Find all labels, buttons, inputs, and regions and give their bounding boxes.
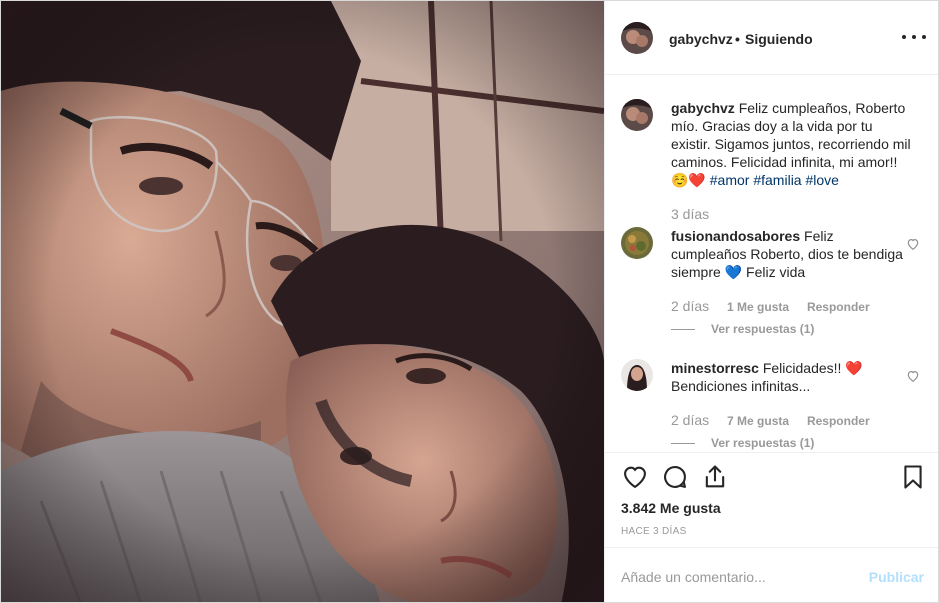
caption-time[interactable]: 3 días: [671, 206, 709, 222]
reply-button[interactable]: Responder: [807, 300, 870, 314]
post-actions: 3.842 Me gusta HACE 3 DÍAS: [605, 452, 938, 548]
caption-emoji: ☺️❤️: [671, 172, 706, 188]
comment-username[interactable]: fusionandosabores: [671, 228, 800, 244]
comment-meta: 2 días 7 Me gusta Responder: [671, 412, 870, 428]
caption-meta: 3 días: [671, 206, 709, 222]
view-replies-label: Ver respuestas (1): [711, 436, 815, 450]
commenter-avatar-image: [621, 227, 653, 259]
posted-time[interactable]: HACE 3 DÍAS: [621, 526, 687, 537]
comment-body: Felicidades!!: [762, 360, 842, 376]
avatar[interactable]: [621, 227, 653, 259]
replies-divider: [671, 329, 695, 331]
caption-avatar-image: [621, 99, 653, 131]
heart-emoji-icon: ❤️: [845, 360, 863, 376]
commenter-avatar-image: [621, 359, 653, 391]
comment-body-end: Bendiciones infinitas...: [671, 378, 811, 394]
share-icon[interactable]: [701, 463, 729, 491]
comment-likes[interactable]: 7 Me gusta: [727, 414, 789, 428]
avatar[interactable]: [621, 359, 653, 391]
caption-username[interactable]: gabychvz: [671, 100, 735, 116]
comment-icon[interactable]: [661, 463, 689, 491]
comment-time[interactable]: 2 días: [671, 298, 709, 314]
comment-meta: 2 días 1 Me gusta Responder: [671, 298, 870, 314]
view-replies-label: Ver respuestas (1): [711, 322, 815, 336]
heart-emoji-icon: 💙: [724, 264, 743, 280]
like-count[interactable]: 3.842 Me gusta: [621, 500, 721, 516]
comment-time[interactable]: 2 días: [671, 412, 709, 428]
post-comment-button[interactable]: Publicar: [869, 569, 924, 585]
profile-avatar-image: [621, 22, 653, 54]
header-username[interactable]: gabychvz: [669, 31, 733, 47]
comment-text: minestorresc Felicidades!! ❤️ Bendicione…: [671, 359, 903, 395]
post-viewer: gabychvz • Siguiendo gabychvz Feliz cump…: [0, 0, 939, 603]
caption-text: gabychvz Feliz cumpleaños, Roberto mío. …: [671, 99, 913, 189]
like-comment-icon[interactable]: [906, 369, 920, 383]
reply-button[interactable]: Responder: [807, 414, 870, 428]
replies-divider: [671, 443, 695, 445]
selfie-photo: [1, 1, 604, 602]
comment-text: fusionandosabores Feliz cumpleaños Rober…: [671, 227, 903, 281]
comments-list[interactable]: gabychvz Feliz cumpleaños, Roberto mío. …: [605, 75, 938, 452]
bookmark-icon[interactable]: [899, 463, 927, 491]
avatar[interactable]: [621, 99, 653, 131]
heart-icon[interactable]: [621, 463, 649, 491]
add-comment-bar: Añade un comentario... Publicar: [605, 547, 938, 602]
hashtag-amor[interactable]: #amor: [710, 172, 750, 188]
post-photo[interactable]: [1, 1, 604, 602]
view-replies-button[interactable]: Ver respuestas (1): [671, 322, 814, 336]
hashtag-love[interactable]: #love: [805, 172, 838, 188]
comment-input[interactable]: Añade un comentario...: [621, 569, 766, 585]
avatar[interactable]: [621, 22, 653, 54]
comment-likes[interactable]: 1 Me gusta: [727, 300, 789, 314]
header-separator: •: [735, 31, 740, 47]
following-button[interactable]: Siguiendo: [745, 31, 813, 47]
comment-username[interactable]: minestorresc: [671, 360, 759, 376]
comment-body-end: Feliz vida: [746, 264, 806, 280]
hashtag-familia[interactable]: #familia: [753, 172, 801, 188]
more-options-icon[interactable]: [902, 27, 926, 47]
view-replies-button[interactable]: Ver respuestas (1): [671, 436, 814, 450]
like-comment-icon[interactable]: [906, 237, 920, 251]
post-header: gabychvz • Siguiendo: [605, 1, 938, 75]
post-sidebar: gabychvz • Siguiendo gabychvz Feliz cump…: [604, 1, 938, 602]
